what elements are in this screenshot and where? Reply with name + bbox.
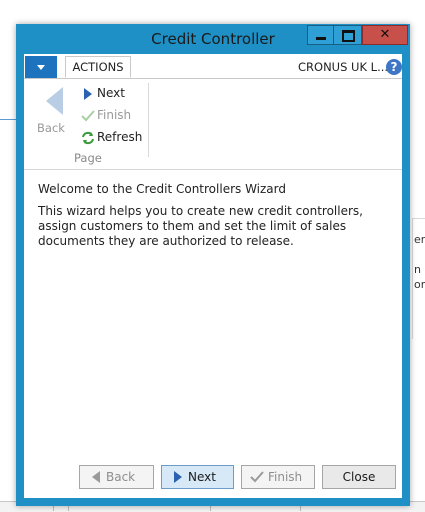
company-name[interactable]: CRONUS UK L... — [298, 60, 388, 74]
ribbon-tab-row: ACTIONS CRONUS UK L... ? — [24, 54, 402, 79]
back-arrow-icon — [46, 87, 63, 115]
next-arrow-icon — [84, 88, 92, 100]
background-text: on — [414, 278, 425, 291]
close-icon: ✕ — [379, 27, 391, 42]
back-icon — [92, 471, 100, 483]
ribbon-refresh-label: Refresh — [97, 130, 143, 144]
next-button-label: Next — [188, 470, 216, 484]
wizard-description: This wizard helps you to create new cred… — [38, 204, 363, 248]
close-window-button[interactable]: ✕ — [362, 25, 408, 45]
wizard-title: Welcome to the Credit Controllers Wizard — [38, 182, 286, 196]
minimize-icon — [316, 37, 326, 40]
ribbon-group-separator — [148, 83, 149, 157]
ribbon-back-label: Back — [37, 121, 65, 135]
refresh-icon — [82, 131, 94, 145]
title-bar[interactable]: Credit Controller ✕ — [16, 24, 410, 54]
wizard-content: Welcome to the Credit Controllers Wizard… — [38, 182, 394, 249]
next-button[interactable]: Next — [161, 465, 234, 489]
ribbon-panel: Back Next Finish Refresh Page — [24, 79, 402, 170]
finish-check-icon — [250, 471, 264, 483]
ribbon-next-label: Next — [97, 86, 125, 100]
ribbon-back-button[interactable]: Back — [34, 85, 68, 135]
minimize-button[interactable] — [307, 25, 334, 45]
maximize-button[interactable] — [334, 25, 362, 45]
tab-actions[interactable]: ACTIONS — [65, 56, 131, 78]
checkmark-icon — [81, 110, 95, 122]
finish-button-label: Finish — [268, 470, 303, 484]
chevron-down-icon — [37, 65, 45, 70]
next-icon — [174, 471, 182, 483]
credit-controller-window: Credit Controller ✕ ACTIONS CRONUS UK L.… — [16, 24, 410, 506]
finish-button[interactable]: Finish — [241, 465, 315, 489]
close-button[interactable]: Close — [322, 465, 396, 489]
background-text: er — [414, 233, 425, 246]
maximize-icon — [342, 30, 355, 42]
application-menu-button[interactable] — [25, 56, 57, 78]
background-text: n — [414, 263, 421, 276]
help-icon[interactable]: ? — [386, 59, 402, 75]
ribbon-group-label: Page — [74, 151, 102, 165]
back-button[interactable]: Back — [79, 465, 154, 489]
ribbon-finish-label: Finish — [97, 108, 132, 122]
back-button-label: Back — [106, 470, 136, 484]
window-client-area: ACTIONS CRONUS UK L... ? Back Next Finis… — [24, 54, 402, 498]
